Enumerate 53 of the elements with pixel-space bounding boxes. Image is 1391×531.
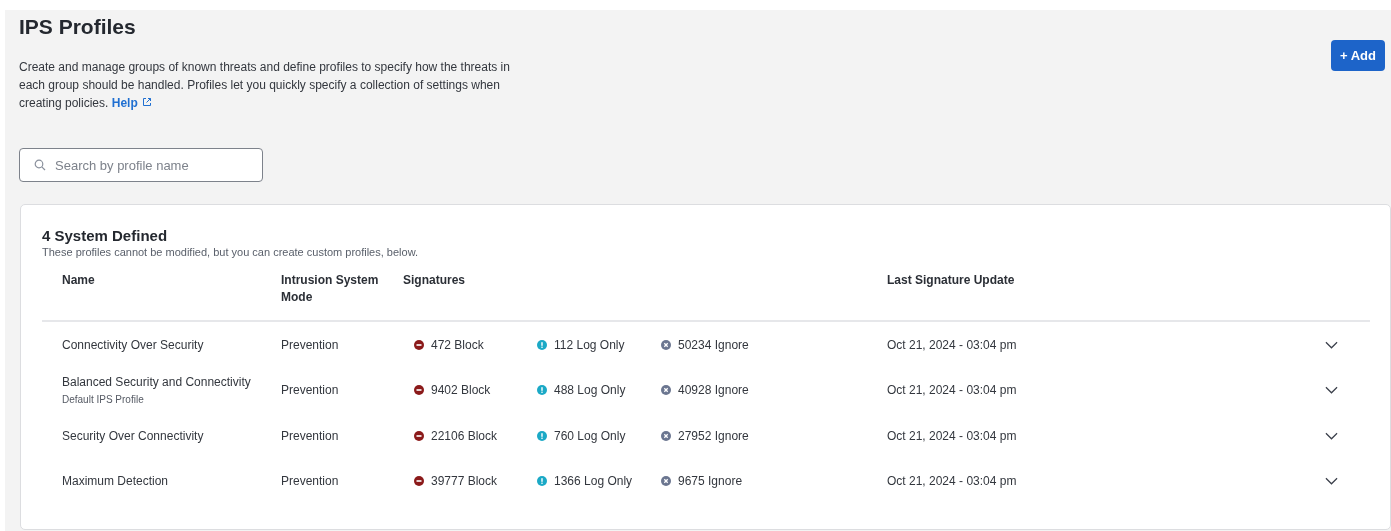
info-icon bbox=[537, 430, 547, 441]
update-date: Oct 21, 2024 - 03:04 pm bbox=[886, 474, 1018, 489]
signature-count: 50234 Ignore bbox=[678, 337, 749, 352]
signature-count: 39777 Block bbox=[431, 474, 498, 489]
signature-count: 40928 Ignore bbox=[678, 383, 749, 398]
signature-count: 472 Block bbox=[431, 337, 484, 352]
info-icon bbox=[537, 339, 547, 350]
add-button[interactable]: + Add bbox=[1331, 40, 1385, 71]
column-header: Name bbox=[62, 272, 96, 289]
info-icon bbox=[537, 385, 547, 396]
profile-name: Connectivity Over Security bbox=[62, 337, 205, 352]
mode-cell-text: Prevention bbox=[281, 474, 340, 489]
signature-count: 9402 Block bbox=[431, 383, 491, 398]
info-icon bbox=[537, 476, 547, 487]
cross-circle-icon bbox=[661, 430, 671, 441]
mode-cell-text: Prevention bbox=[281, 383, 340, 398]
update-date: Oct 21, 2024 - 03:04 pm bbox=[886, 337, 1018, 352]
mode-cell-text: Prevention bbox=[281, 428, 340, 443]
signature-count: 112 Log Only bbox=[554, 337, 625, 352]
cross-circle-icon bbox=[661, 385, 671, 396]
chevron-icon[interactable] bbox=[1325, 431, 1338, 440]
update-date: Oct 21, 2024 - 03:04 pm bbox=[886, 428, 1018, 443]
external-link-icon bbox=[141, 97, 152, 107]
column-header: Signatures bbox=[403, 272, 466, 289]
signature-count: 9675 Ignore bbox=[678, 474, 743, 489]
signature-count: 488 Log Only bbox=[554, 383, 626, 398]
profile-note: Default IPS Profile bbox=[62, 394, 145, 406]
chevron-icon[interactable] bbox=[1325, 477, 1338, 486]
update-date: Oct 21, 2024 - 03:04 pm bbox=[886, 383, 1018, 398]
mode-cell-text: Prevention bbox=[281, 337, 340, 352]
page-description: Create and manage groups of known threats and define profiles to specify how the threats in each group should be handled. Profiles let you quickly specify a collection of settings when creating policies. Help bbox=[19, 59, 511, 112]
signature-count: 1366 Log Only bbox=[554, 474, 633, 489]
block-icon bbox=[414, 476, 424, 487]
section-title: 4 System Defined bbox=[42, 227, 169, 244]
block-icon bbox=[414, 385, 424, 396]
column-header: Intrusion System Mode bbox=[281, 272, 380, 306]
cross-circle-icon bbox=[661, 339, 671, 350]
profile-name: Security Over Connectivity bbox=[62, 428, 205, 443]
chevron-icon[interactable] bbox=[1325, 340, 1338, 349]
block-icon bbox=[414, 430, 424, 441]
signature-count: 27952 Ignore bbox=[678, 428, 749, 443]
profile-name: Balanced Security and Connectivity bbox=[62, 375, 252, 390]
chevron-icon[interactable] bbox=[1325, 386, 1338, 395]
block-icon bbox=[414, 339, 424, 350]
search-field[interactable]: Search by profile name bbox=[19, 148, 263, 182]
profile-name: Maximum Detection bbox=[62, 474, 170, 489]
section-subtitle: These profiles cannot be modified, but you can create custom profiles, below. bbox=[42, 246, 420, 258]
cross-circle-icon bbox=[661, 476, 671, 487]
help-link[interactable]: Help bbox=[111, 96, 152, 110]
page-title: IPS Profiles bbox=[19, 14, 137, 39]
signature-count: 760 Log Only bbox=[554, 428, 626, 443]
signature-count: 22106 Block bbox=[431, 428, 498, 443]
column-header: Last Signature Update bbox=[886, 272, 1016, 289]
